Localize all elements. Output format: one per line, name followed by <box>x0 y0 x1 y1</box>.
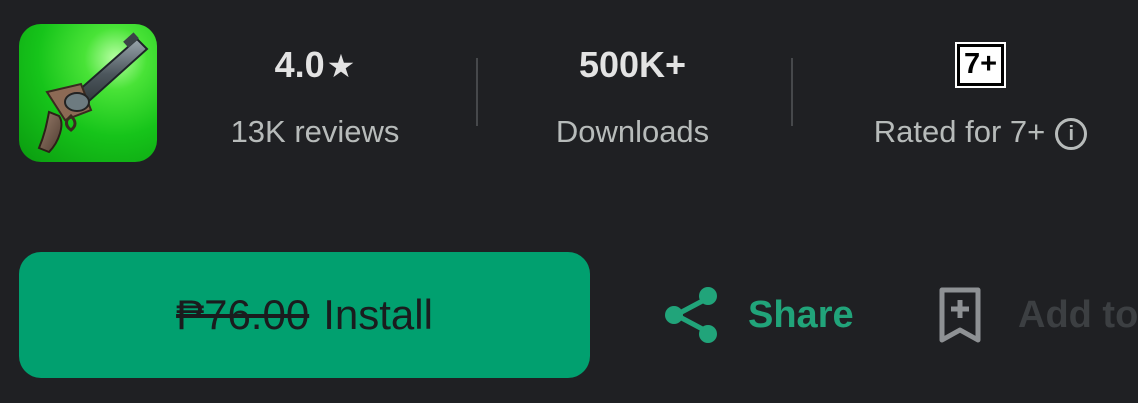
install-button[interactable]: ₱76.00 Install <box>19 252 590 378</box>
app-icon[interactable] <box>19 24 157 162</box>
rating-value: 4.0 <box>274 44 325 85</box>
stat-divider <box>791 58 793 126</box>
reviews-count: 13K reviews <box>230 114 400 149</box>
rating-value-row: 4.0★ <box>205 40 425 90</box>
star-icon: ★ <box>326 48 356 84</box>
install-label: Install <box>323 291 433 338</box>
wishlist-label: Add to <box>1018 293 1138 336</box>
bookmark-add-icon <box>939 287 981 343</box>
downloads-stat: 500K+ Downloads <box>520 40 745 154</box>
share-button[interactable]: Share <box>662 283 854 347</box>
age-rating-label-row: Rated for 7+ i <box>838 110 1123 154</box>
app-details-header: 4.0★ 13K reviews 500K+ Downloads 7+ Rate… <box>0 0 1138 403</box>
revolver-icon <box>37 32 149 154</box>
stat-divider <box>476 58 478 126</box>
downloads-label: Downloads <box>555 114 710 149</box>
content-rating-stat[interactable]: 7+ Rated for 7+ i <box>838 40 1123 154</box>
original-price: ₱76.00 <box>176 291 310 338</box>
age-rating-badge: 7+ <box>954 42 1007 88</box>
info-icon[interactable]: i <box>1055 118 1088 150</box>
age-rating-label: Rated for 7+ <box>873 114 1046 149</box>
add-to-wishlist-button[interactable]: Add to <box>938 283 1138 347</box>
share-label: Share <box>748 293 854 336</box>
age-badge-row: 7+ <box>838 40 1123 90</box>
downloads-value: 500K+ <box>578 44 687 85</box>
rating-stat[interactable]: 4.0★ 13K reviews <box>205 40 425 154</box>
share-icon <box>665 287 717 343</box>
